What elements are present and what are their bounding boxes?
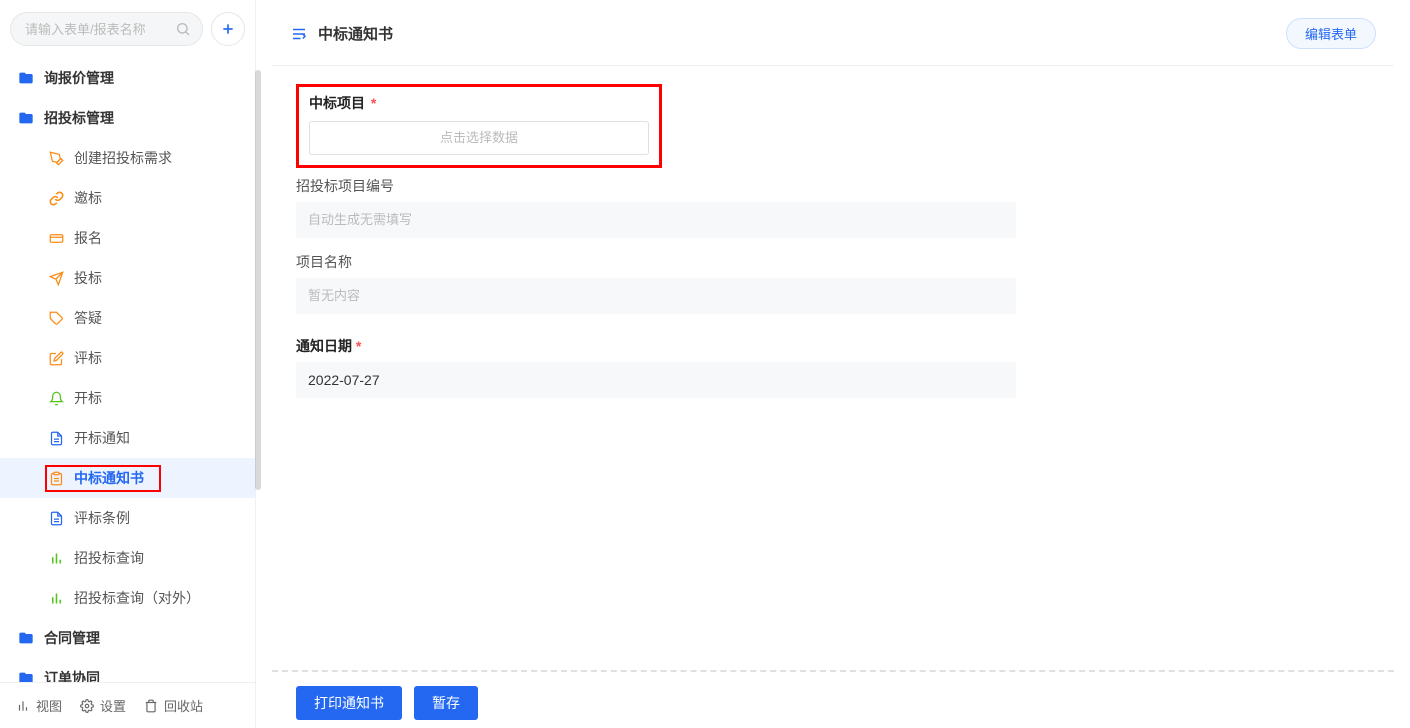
nav-item-label: 中标通知书 [74, 468, 144, 488]
nav-item-open[interactable]: 开标 [0, 378, 255, 418]
page-header: 中标通知书 编辑表单 [272, 8, 1394, 66]
page-title: 中标通知书 [290, 23, 393, 44]
nav-item-label: 招投标查询 [74, 548, 144, 568]
label-number: 招投标项目编号 [296, 176, 1370, 196]
edit-icon [48, 351, 64, 366]
chart-icon [48, 551, 64, 566]
page-title-text: 中标通知书 [318, 23, 393, 44]
create-icon [48, 151, 64, 166]
nav-item-label: 投标 [74, 268, 102, 288]
nav-group-order[interactable]: 订单协同 [0, 658, 255, 682]
trash-icon [144, 699, 158, 713]
folder-icon [18, 110, 34, 126]
footer-settings[interactable]: 设置 [80, 696, 126, 715]
nav-group-bidding[interactable]: 招投标管理 [0, 98, 255, 138]
nav-item-query[interactable]: 招投标查询 [0, 538, 255, 578]
nav-item-label: 开标通知 [74, 428, 130, 448]
footer-label: 视图 [36, 696, 62, 715]
nav-item-invite[interactable]: 邀标 [0, 178, 255, 218]
label-project: 中标项目 * [309, 93, 649, 113]
tag-icon [48, 311, 64, 326]
footer-label: 设置 [100, 696, 126, 715]
footer-label: 回收站 [164, 696, 203, 715]
nav-item-label: 报名 [74, 228, 102, 248]
add-button[interactable] [211, 12, 245, 46]
required-marker: * [371, 95, 376, 111]
nav-item-win-notice[interactable]: 中标通知书 [0, 458, 255, 498]
sidebar-top [0, 0, 255, 58]
nav-group-label: 合同管理 [44, 628, 100, 648]
print-button[interactable]: 打印通知书 [296, 686, 402, 720]
nav-item-eval[interactable]: 评标 [0, 338, 255, 378]
nav-item-query-external[interactable]: 招投标查询（对外） [0, 578, 255, 618]
folder-icon [18, 70, 34, 86]
name-readonly: 暂无内容 [296, 278, 1016, 314]
nav-group-label: 询报价管理 [44, 68, 114, 88]
main: 中标通知书 编辑表单 中标项目 * 点击选择数据 招投标项目编号 自动生成无需填… [256, 0, 1410, 728]
nav-group-contract[interactable]: 合同管理 [0, 618, 255, 658]
nav-item-label: 开标 [74, 388, 102, 408]
nav-item-label: 答疑 [74, 308, 102, 328]
search-icon [175, 21, 191, 37]
field-project-number: 招投标项目编号 自动生成无需填写 [296, 176, 1370, 238]
link-icon [48, 191, 64, 206]
project-picker[interactable]: 点击选择数据 [309, 121, 649, 155]
form-body: 中标项目 * 点击选择数据 招投标项目编号 自动生成无需填写 项目名称 暂无内容… [272, 66, 1394, 670]
nav-item-create-req[interactable]: 创建招投标需求 [0, 138, 255, 178]
sidebar: 询报价管理 招投标管理 创建招投标需求 邀标 报名 [0, 0, 256, 728]
footer-view[interactable]: 视图 [16, 696, 62, 715]
chart-icon [48, 591, 64, 606]
doc-icon [48, 431, 64, 446]
card-icon [48, 231, 64, 246]
nav-item-open-notice[interactable]: 开标通知 [0, 418, 255, 458]
nav-item-eval-rules[interactable]: 评标条例 [0, 498, 255, 538]
nav-item-label: 评标条例 [74, 508, 130, 528]
bell-icon [48, 391, 64, 406]
nav: 询报价管理 招投标管理 创建招投标需求 邀标 报名 [0, 58, 255, 682]
sidebar-footer: 视图 设置 回收站 [0, 682, 255, 728]
nav-item-bid[interactable]: 投标 [0, 258, 255, 298]
folder-icon [18, 630, 34, 646]
footer-trash[interactable]: 回收站 [144, 696, 203, 715]
nav-group-label: 订单协同 [44, 668, 100, 682]
nav-item-register[interactable]: 报名 [0, 218, 255, 258]
nav-group-inquiry[interactable]: 询报价管理 [0, 58, 255, 98]
nav-group-label: 招投标管理 [44, 108, 114, 128]
page-card: 中标通知书 编辑表单 中标项目 * 点击选择数据 招投标项目编号 自动生成无需填… [272, 8, 1394, 728]
action-bar: 打印通知书 暂存 [272, 670, 1394, 728]
search-wrap [10, 12, 203, 46]
edit-form-button[interactable]: 编辑表单 [1286, 18, 1376, 49]
field-project-name: 项目名称 暂无内容 [296, 252, 1370, 314]
send-icon [48, 271, 64, 286]
menu-icon [290, 25, 308, 43]
gear-icon [80, 699, 94, 713]
field-notice-date: 通知日期 * 2022-07-27 [296, 336, 1370, 398]
required-marker: * [356, 338, 361, 354]
doc-icon [48, 511, 64, 526]
save-button[interactable]: 暂存 [414, 686, 478, 720]
number-readonly: 自动生成无需填写 [296, 202, 1016, 238]
clipboard-icon [48, 471, 64, 486]
highlight-rect-form: 中标项目 * 点击选择数据 [296, 84, 662, 168]
label-date: 通知日期 * [296, 336, 1370, 356]
nav-item-label: 评标 [74, 348, 102, 368]
chart-icon [16, 699, 30, 713]
nav-item-qa[interactable]: 答疑 [0, 298, 255, 338]
nav-item-label: 邀标 [74, 188, 102, 208]
folder-icon [18, 670, 34, 682]
label-name: 项目名称 [296, 252, 1370, 272]
nav-item-label: 招投标查询（对外） [74, 588, 200, 608]
nav-item-label: 创建招投标需求 [74, 148, 172, 168]
date-value[interactable]: 2022-07-27 [296, 362, 1016, 398]
